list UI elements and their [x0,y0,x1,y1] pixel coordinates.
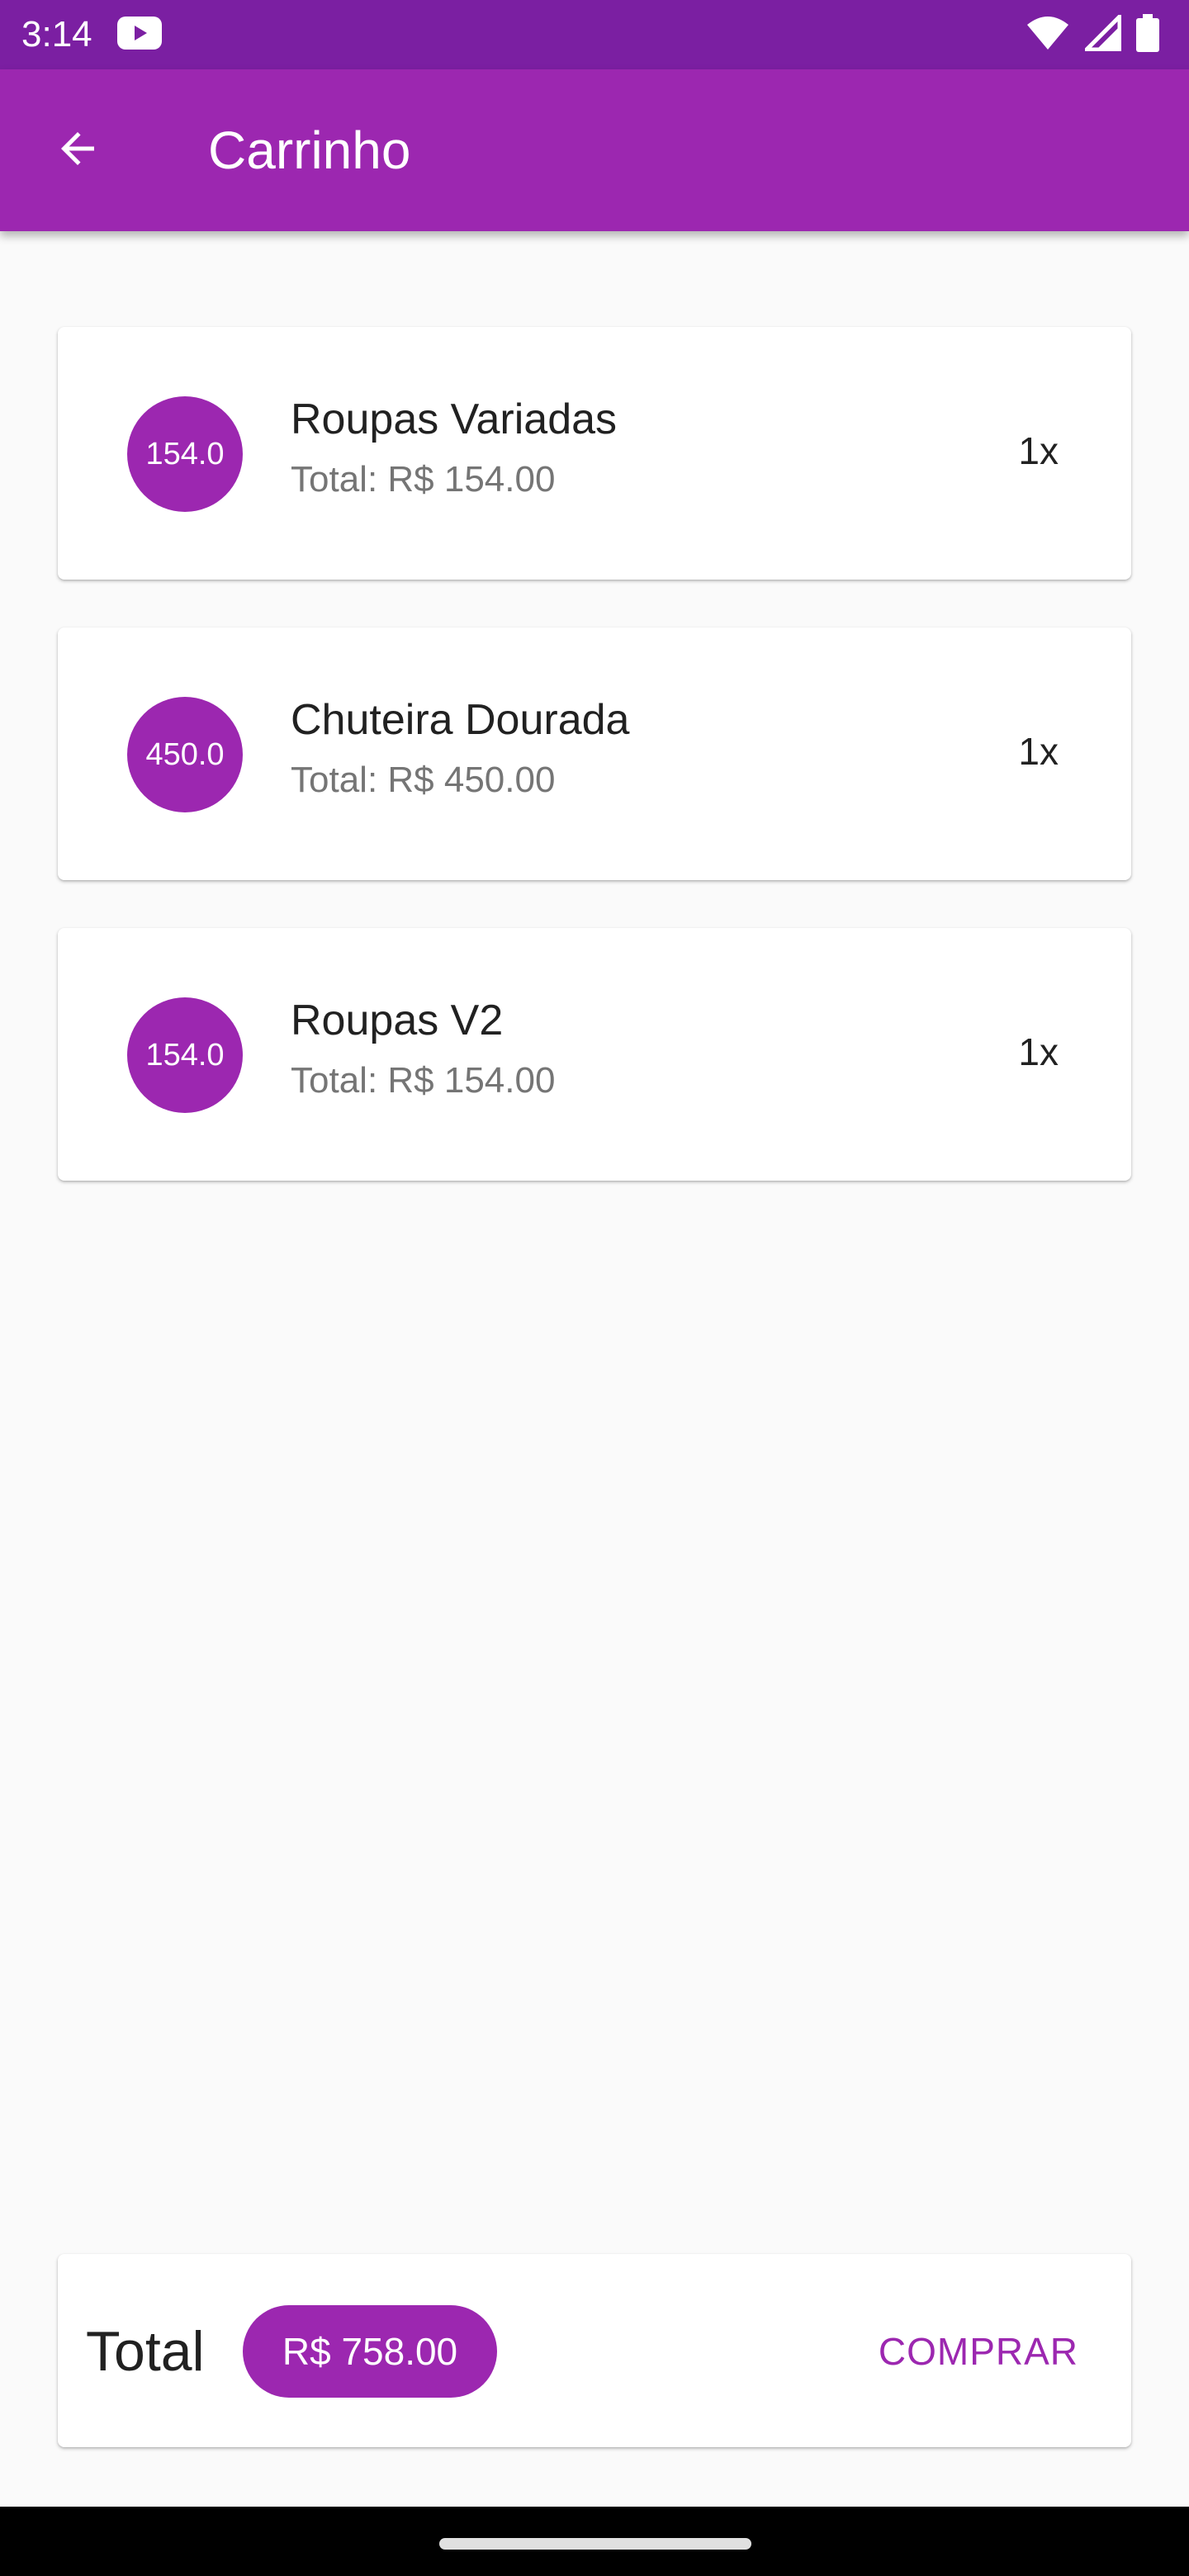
total-amount-chip: R$ 758.00 [243,2305,497,2398]
cart-item-card[interactable]: 450.0 Chuteira Dourada Total: R$ 450.00 … [58,627,1131,880]
status-time: 3:14 [21,14,92,54]
navigation-bar [0,2507,1189,2576]
youtube-icon [117,17,162,50]
item-quantity: 1x [1018,730,1059,773]
item-price-avatar: 154.0 [127,396,243,512]
item-price-avatar: 450.0 [127,697,243,812]
item-quantity: 1x [1018,1030,1059,1073]
buy-button[interactable]: COMPRAR [864,2305,1093,2398]
signal-icon [1081,11,1122,55]
item-total: Total: R$ 154.00 [291,459,556,500]
status-bar: 3:14 [0,0,1189,69]
item-price-avatar: 154.0 [127,997,243,1113]
cart-item-card[interactable]: 154.0 Roupas V2 Total: R$ 154.00 1x [58,928,1131,1181]
item-name: Roupas V2 [291,997,504,1044]
cart-item-card[interactable]: 154.0 Roupas Variadas Total: R$ 154.00 1… [58,327,1131,580]
total-card: Total R$ 758.00 COMPRAR [58,2254,1131,2447]
status-icons [1026,11,1159,56]
item-total: Total: R$ 154.00 [291,1060,556,1101]
item-total: Total: R$ 450.00 [291,760,556,800]
app-bar: Carrinho [0,69,1189,231]
page-title: Carrinho [208,121,411,180]
item-name: Roupas Variadas [291,395,618,443]
item-name: Chuteira Dourada [291,696,630,744]
arrow-back-icon [53,124,102,178]
wifi-icon [1026,15,1070,55]
item-quantity: 1x [1018,429,1059,472]
home-gesture-handle[interactable] [439,2538,751,2550]
back-button[interactable] [38,111,117,190]
total-label: Total [86,2320,205,2383]
battery-icon [1136,13,1159,56]
